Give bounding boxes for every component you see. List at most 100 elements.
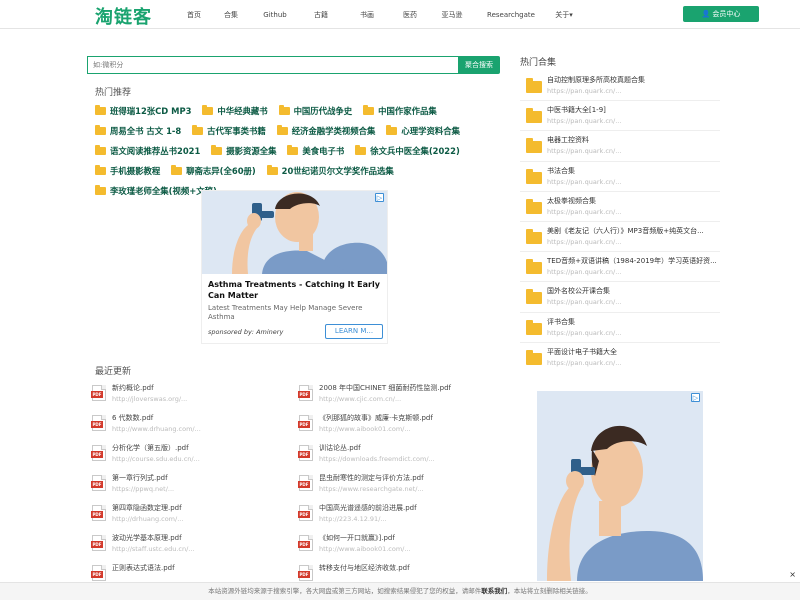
recent-item-url: http://jloverswas.org/... bbox=[112, 395, 188, 403]
collection-item-name[interactable]: 中医书籍大全[1-9] bbox=[547, 105, 717, 116]
collection-item[interactable]: 太极拳视频合集 https://pan.quark.cn/... bbox=[520, 190, 720, 221]
recent-item[interactable]: PDF 第四章隐函数定理.pdf http://drhuang.com/... bbox=[91, 503, 299, 533]
collection-item[interactable]: 评书合集 https://pan.quark.cn/... bbox=[520, 311, 720, 342]
hot-tag[interactable]: 古代军事类书籍 bbox=[192, 125, 266, 136]
hot-tag[interactable]: 李玫瑾老师全集(视频+文稿) bbox=[95, 185, 217, 196]
nav-home[interactable]: 首页 bbox=[178, 10, 210, 20]
recent-item-name[interactable]: 2008 年中国CHINET 细菌耐药性监测.pdf bbox=[319, 383, 451, 394]
recent-item-name[interactable]: 第一章行列式.pdf bbox=[112, 473, 174, 484]
recent-item[interactable]: PDF 分析化学（第五版）.pdf http://course.sdu.edu.cn… bbox=[91, 443, 299, 473]
recent-item[interactable]: PDF 训诂论丛.pdf https://downloads.freemdict.c… bbox=[298, 443, 506, 473]
hot-tag[interactable]: 摄影资源全集 bbox=[211, 145, 276, 156]
collection-item-name[interactable]: 电器工控资料 bbox=[547, 135, 717, 146]
recent-item-name[interactable]: 波动光学基本原理.pdf bbox=[112, 533, 194, 544]
hot-tag[interactable]: 美食电子书 bbox=[287, 145, 344, 156]
hot-tag[interactable]: 周易全书 古文 1-8 bbox=[95, 125, 181, 136]
collection-item-text: TED音频+双语讲稿（1984-2019年）学习英语好资... https://p… bbox=[547, 256, 717, 277]
ad-banner-left[interactable]: ▷ Asthma Treatments - Catching It Early … bbox=[201, 190, 388, 344]
recent-item[interactable]: PDF 昆虫耐寒性的测定与评价方法.pdf https://www.research… bbox=[298, 473, 506, 503]
nav-calligraphy[interactable]: 书画 bbox=[344, 10, 390, 20]
collection-item[interactable]: 自动控制原理多所高校真题合集 https://pan.quark.cn/... bbox=[520, 70, 720, 100]
recent-item-text: 波动光学基本原理.pdf http://staff.ustc.edu.cn/... bbox=[112, 533, 194, 563]
recent-item[interactable]: PDF 《列那狐的故事》威廉·卡克斯顿.pdf http://www.aibook0… bbox=[298, 413, 506, 443]
collection-item[interactable]: 国外名校公开课合集 https://pan.quark.cn/... bbox=[520, 281, 720, 311]
recent-item[interactable]: PDF 2008 年中国CHINET 细菌耐药性监测.pdf http://www.… bbox=[298, 383, 506, 413]
recent-item[interactable]: PDF 6 代数数.pdf http://www.drhuang.com/... bbox=[91, 413, 299, 443]
ad-banner-right[interactable]: ▷ bbox=[537, 391, 703, 581]
hot-tag[interactable]: 心理学资料合集 bbox=[386, 125, 460, 136]
collection-item-url: https://pan.quark.cn/... bbox=[547, 207, 622, 216]
nav-medicine[interactable]: 医药 bbox=[390, 10, 430, 20]
collection-item-text: 电器工控资料 https://pan.quark.cn/... bbox=[547, 135, 717, 156]
hot-tag-label: 聊斋志异(全60册) bbox=[186, 166, 256, 176]
folder-icon bbox=[171, 165, 183, 175]
recent-item-name[interactable]: 6 代数数.pdf bbox=[112, 413, 201, 424]
recent-item-name[interactable]: 《列那狐的故事》威廉·卡克斯顿.pdf bbox=[319, 413, 433, 424]
aggregate-search-button[interactable]: 聚合搜索 bbox=[458, 56, 500, 74]
ad-title[interactable]: Asthma Treatments - Catching It Early Ca… bbox=[208, 279, 383, 301]
ad-image bbox=[202, 191, 387, 274]
search-input[interactable] bbox=[87, 56, 458, 74]
nav-about-dropdown[interactable]: 关于▾ bbox=[548, 10, 580, 20]
site-logo[interactable]: 淘链客 bbox=[95, 3, 152, 29]
recent-item-name[interactable]: 转移支付与地区经济收敛.pdf bbox=[319, 563, 410, 574]
recent-item-name[interactable]: 昆虫耐寒性的测定与评价方法.pdf bbox=[319, 473, 424, 484]
nav-github[interactable]: Github bbox=[252, 11, 298, 19]
collection-item-name[interactable]: 国外名校公开课合集 bbox=[547, 286, 717, 297]
collection-item-name[interactable]: 评书合集 bbox=[547, 317, 717, 328]
contact-us-link[interactable]: 联系我们 bbox=[481, 587, 507, 595]
collection-item[interactable]: 美剧《老友记（六人行）》MP3音频版+纯英文台... https://pan.qu… bbox=[520, 220, 720, 251]
recent-item-name[interactable]: 新约概论.pdf bbox=[112, 383, 187, 394]
folder-icon bbox=[526, 349, 542, 365]
recent-item[interactable]: PDF 新约概论.pdf http://jloverswas.org/... bbox=[91, 383, 299, 413]
collection-item-name[interactable]: TED音频+双语讲稿（1984-2019年）学习英语好资... bbox=[547, 256, 717, 267]
recent-item[interactable]: PDF 波动光学基本原理.pdf http://staff.ustc.edu.cn/… bbox=[91, 533, 299, 563]
collection-item[interactable]: 平面设计电子书籍大全 https://pan.quark.cn/... bbox=[520, 341, 720, 372]
hot-tag[interactable]: 班得瑞12张CD MP3 bbox=[95, 105, 191, 116]
nav-researchgate[interactable]: Researchgate bbox=[474, 11, 548, 19]
member-center-button[interactable]: 👤 会员中心 bbox=[683, 6, 759, 22]
ad-learn-more-button[interactable]: LEARN M... bbox=[325, 324, 383, 339]
folder-icon bbox=[95, 165, 106, 175]
collection-item-name[interactable]: 平面设计电子书籍大全 bbox=[547, 347, 717, 358]
recent-item-name[interactable]: 中国高光谱遥感的前沿进展.pdf bbox=[319, 503, 417, 514]
adchoices-icon[interactable]: ▷ bbox=[375, 193, 384, 202]
hot-tag[interactable]: 聊斋志异(全60册) bbox=[171, 165, 256, 176]
pdf-icon: PDF bbox=[298, 445, 313, 461]
recent-item-name[interactable]: 正则表达式语法.pdf bbox=[112, 563, 175, 574]
ad-description: Latest Treatments May Help Manage Severe… bbox=[208, 304, 363, 321]
main-nav: 首页 合集 Github 古籍 书画 医药 亚马逊 Researchgate 关… bbox=[178, 0, 580, 29]
recent-item[interactable]: PDF 《如何一开口就赢》].pdf http://www.aibook01.com… bbox=[298, 533, 506, 563]
recent-item-name[interactable]: 《如何一开口就赢》].pdf bbox=[319, 533, 411, 544]
recent-item-name[interactable]: 第四章隐函数定理.pdf bbox=[112, 503, 183, 514]
collection-item-name[interactable]: 美剧《老友记（六人行）》MP3音频版+纯英文台... bbox=[547, 226, 717, 237]
collection-item-name[interactable]: 自动控制原理多所高校真题合集 bbox=[547, 75, 717, 86]
hot-tag[interactable]: 20世纪诺贝尔文学奖作品选集 bbox=[266, 165, 394, 176]
adchoices-icon-2[interactable]: ▷ bbox=[691, 393, 700, 402]
hot-tag[interactable]: 中华经典藏书 bbox=[202, 105, 268, 116]
recent-item[interactable]: PDF 中国高光谱遥感的前沿进展.pdf http://223.4.12.91/..… bbox=[298, 503, 506, 533]
collection-item[interactable]: TED音频+双语讲稿（1984-2019年）学习英语好资... https://p… bbox=[520, 251, 720, 281]
recent-item-name[interactable]: 分析化学（第五版）.pdf bbox=[112, 443, 200, 454]
recent-item[interactable]: PDF 第一章行列式.pdf https://ppwq.net/... bbox=[91, 473, 299, 503]
collection-item[interactable]: 电器工控资料 https://pan.quark.cn/... bbox=[520, 130, 720, 160]
collection-item-name[interactable]: 书法合集 bbox=[547, 166, 717, 177]
collection-item[interactable]: 中医书籍大全[1-9] https://pan.quark.cn/... bbox=[520, 100, 720, 130]
nav-ancient-books[interactable]: 古籍 bbox=[298, 10, 344, 20]
collection-item-url: https://pan.quark.cn/... bbox=[547, 328, 622, 337]
recent-item-url: http://223.4.12.91/... bbox=[319, 515, 387, 523]
hot-tag[interactable]: 徐文兵中医全集(2022) bbox=[355, 145, 460, 156]
close-icon[interactable]: × bbox=[789, 570, 796, 579]
hot-tag[interactable]: 中国历代战争史 bbox=[278, 105, 352, 116]
hot-tag[interactable]: 中国作家作品集 bbox=[363, 105, 437, 116]
nav-amazon[interactable]: 亚马逊 bbox=[430, 10, 474, 20]
recent-item-name[interactable]: 训诂论丛.pdf bbox=[319, 443, 435, 454]
collection-item[interactable]: 书法合集 https://pan.quark.cn/... bbox=[520, 160, 720, 191]
pdf-icon: PDF bbox=[298, 475, 313, 491]
collection-item-text: 评书合集 https://pan.quark.cn/... bbox=[547, 317, 717, 338]
hot-tag[interactable]: 经济金融学类视频合集 bbox=[276, 125, 375, 136]
collection-item-name[interactable]: 太极拳视频合集 bbox=[547, 196, 717, 207]
hot-tag[interactable]: 语文阅读推荐丛书2021 bbox=[95, 145, 200, 156]
hot-tag[interactable]: 手机摄影教程 bbox=[95, 165, 160, 176]
nav-collections[interactable]: 合集 bbox=[210, 10, 252, 20]
